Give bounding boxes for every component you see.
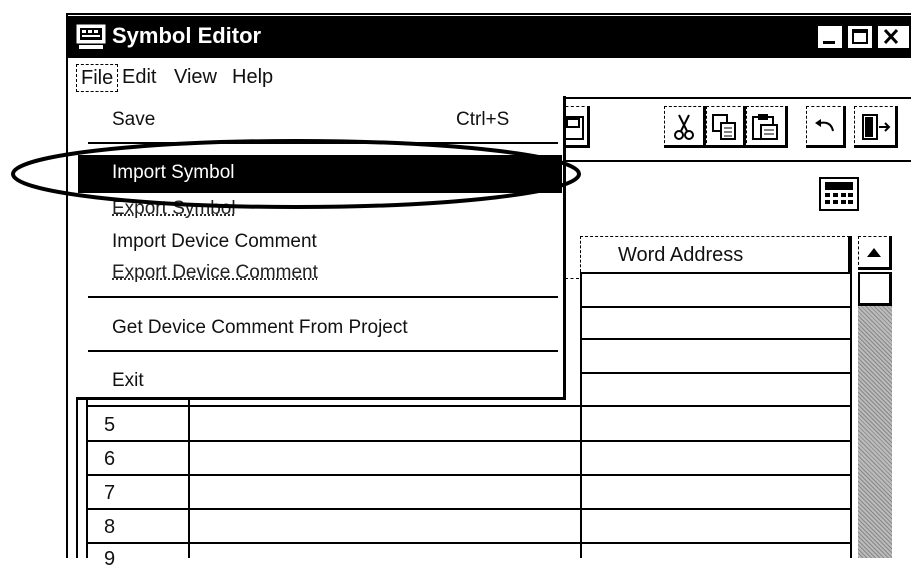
grid-row-line (580, 338, 850, 340)
exit-icon (862, 114, 891, 140)
scrollbar-thumb[interactable] (858, 272, 892, 306)
close-button[interactable] (876, 24, 911, 50)
app-icon[interactable] (76, 24, 106, 50)
grid-column-line (580, 272, 582, 558)
calculator-icon (819, 177, 859, 211)
word-address-header-label: Word Address (618, 244, 744, 266)
copy-icon (712, 114, 736, 140)
calculator-button[interactable] (818, 176, 862, 214)
paste-toolbar-button[interactable] (746, 106, 788, 148)
menu-item-exit[interactable]: Exit (112, 368, 144, 394)
menu-item-export-device-comment[interactable]: Export Device Comment (112, 260, 318, 286)
vertical-scrollbar-track[interactable] (858, 306, 892, 558)
menu-separator (88, 350, 558, 352)
menu-help[interactable]: Help (232, 64, 273, 90)
cut-toolbar-button[interactable] (664, 106, 706, 148)
grid-column-line (850, 236, 852, 558)
menu-item-get-device-comment[interactable]: Get Device Comment From Project (112, 315, 408, 341)
save-shortcut: Ctrl+S (456, 109, 510, 130)
grid-row-line (580, 306, 850, 308)
menu-item-save[interactable]: Save (112, 107, 155, 133)
undo-toolbar-button[interactable] (806, 106, 846, 148)
menu-separator (88, 296, 558, 298)
paste-icon (752, 114, 778, 140)
grid-cell-marker (565, 278, 579, 302)
undo-icon (815, 119, 834, 132)
scroll-up-button[interactable] (858, 236, 892, 270)
cut-icon (674, 114, 694, 140)
window-title: Symbol Editor (112, 23, 262, 48)
close-icon (883, 28, 899, 45)
grid-row-line (580, 372, 850, 374)
minimize-icon (823, 41, 835, 44)
maximize-icon (852, 29, 868, 44)
row-number: 6 (104, 448, 116, 470)
grid-row-line (86, 405, 850, 407)
minimize-button[interactable] (816, 24, 844, 50)
grid-row-line (86, 508, 850, 510)
maximize-button[interactable] (846, 24, 874, 50)
toolbar-border (556, 97, 911, 99)
row-number: 9 (104, 548, 116, 570)
menu-file[interactable]: File (76, 64, 119, 92)
grid-column-line (188, 400, 190, 558)
grid-row-line (580, 272, 850, 274)
copy-toolbar-button[interactable] (706, 106, 746, 148)
exit-toolbar-button[interactable] (854, 106, 898, 148)
grid-row-line (86, 542, 850, 544)
row-number: 7 (104, 482, 116, 504)
menu-separator (88, 142, 558, 144)
arrow-up-icon (867, 248, 881, 257)
grid-row-line (86, 440, 850, 442)
grid-row-line (86, 474, 850, 476)
menu-view[interactable]: View (174, 64, 217, 90)
menu-edit[interactable]: Edit (122, 64, 156, 90)
menu-item-export-symbol[interactable]: Export Symbol (112, 196, 236, 222)
toolbar-border-bottom (556, 160, 911, 162)
menu-item-import-device-comment[interactable]: Import Device Comment (112, 229, 317, 255)
row-number: 5 (104, 414, 116, 436)
row-number: 8 (104, 516, 116, 538)
menu-item-import-symbol-label: Import Symbol (112, 162, 235, 183)
